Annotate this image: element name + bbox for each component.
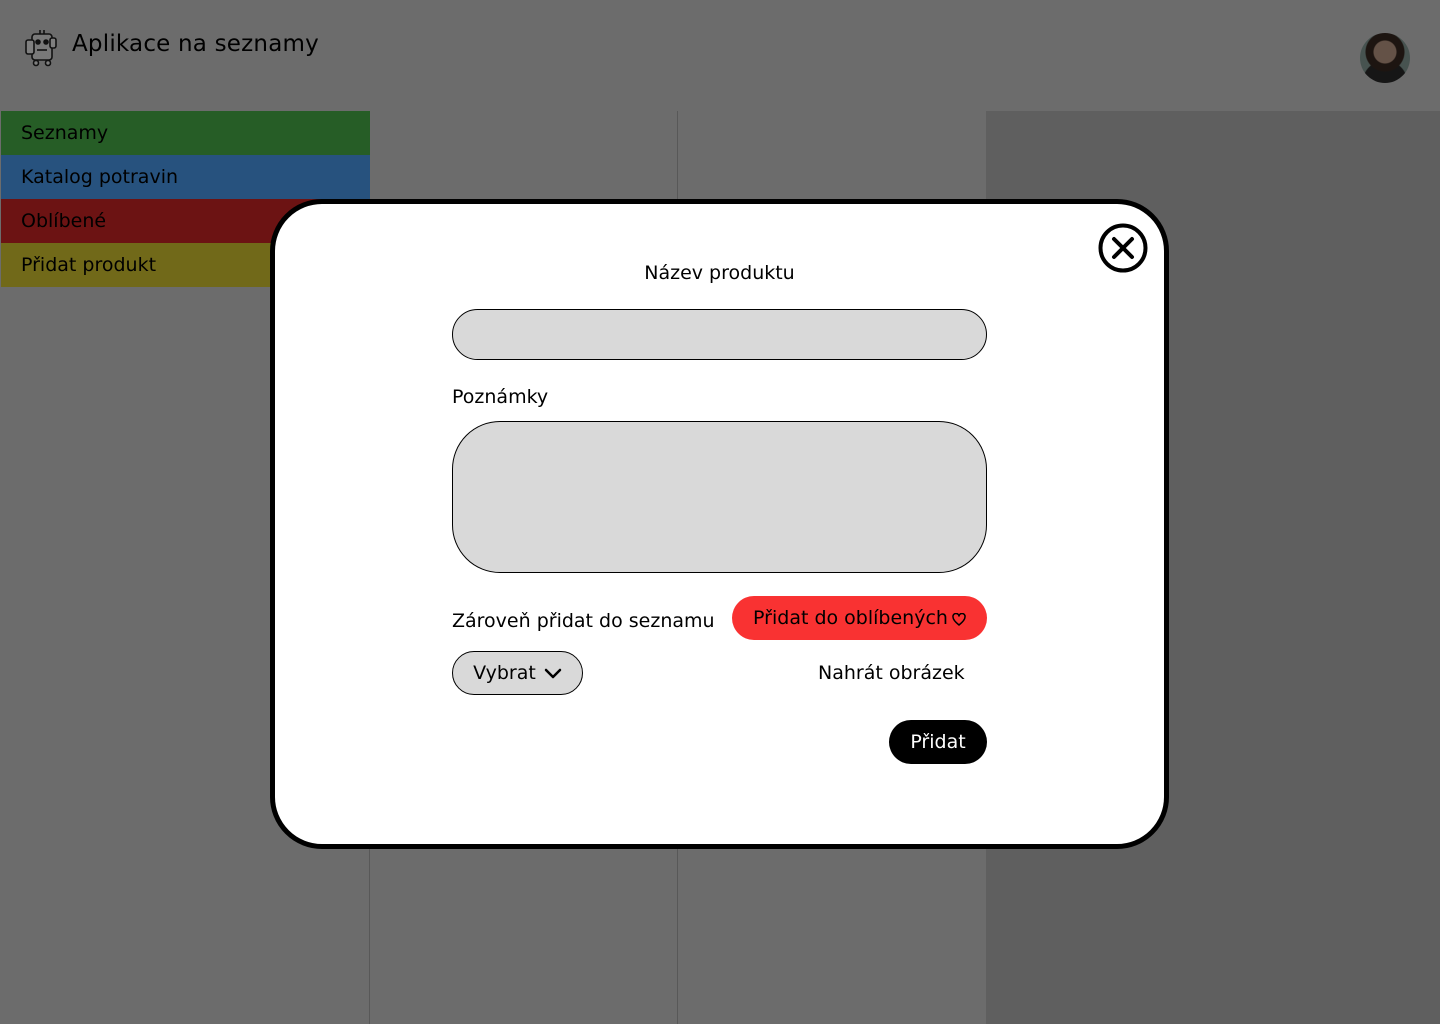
chevron-down-icon — [544, 668, 562, 678]
product-name-label: Název produktu — [644, 262, 795, 284]
notes-label: Poznámky — [452, 386, 549, 408]
add-product-modal: Název produktu Poznámky Zároveň přidat d… — [270, 199, 1169, 849]
upload-image-link[interactable]: Nahrát obrázek — [818, 662, 965, 684]
add-to-favorites-button[interactable]: Přidat do oblíbených — [732, 596, 987, 640]
product-name-input[interactable] — [452, 309, 987, 360]
add-button[interactable]: Přidat — [889, 720, 987, 764]
heart-icon — [952, 613, 966, 626]
notes-textarea[interactable] — [452, 421, 987, 573]
list-select-label: Vybrat — [473, 662, 536, 684]
add-to-list-label: Zároveň přidat do seznamu — [452, 610, 715, 632]
list-select-dropdown[interactable]: Vybrat — [452, 651, 583, 695]
add-to-favorites-label: Přidat do oblíbených — [753, 607, 948, 629]
